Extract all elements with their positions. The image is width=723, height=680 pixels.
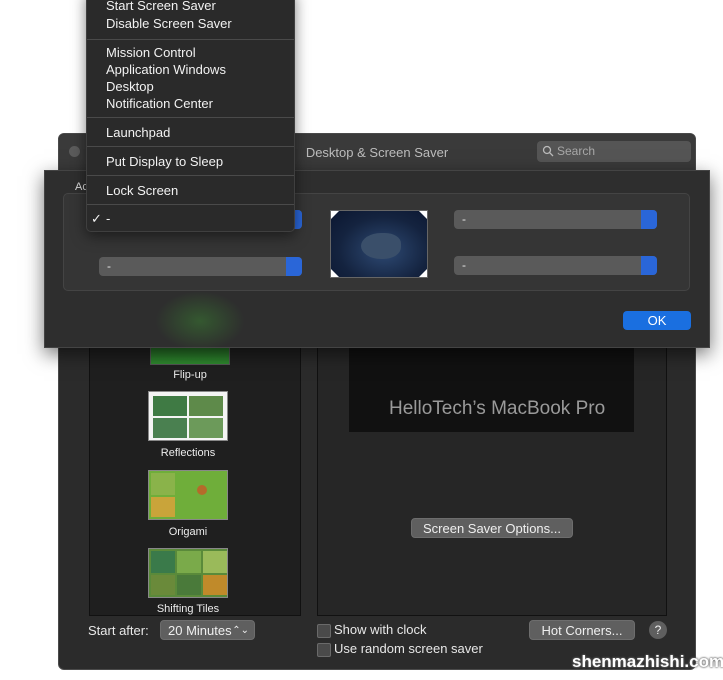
shifting-tiles-thumbnail[interactable] — [148, 548, 228, 598]
island-shape — [361, 233, 401, 259]
bottom-left-corner-popup[interactable]: - — [99, 257, 302, 276]
show-with-clock-checkbox[interactable] — [317, 624, 331, 638]
bottom-right-corner-popup[interactable]: - — [454, 256, 657, 275]
background-glow — [155, 291, 245, 351]
popup-arrows-icon — [641, 210, 657, 229]
random-screen-saver-checkbox[interactable] — [317, 643, 331, 657]
help-button[interactable]: ? — [649, 621, 667, 639]
hot-corner-action-menu: Start Screen Saver Disable Screen Saver … — [86, 0, 295, 232]
menu-item-put-display-to-sleep[interactable]: Put Display to Sleep — [106, 154, 223, 169]
menu-separator — [87, 117, 294, 118]
bottom-right-corner-value: - — [462, 258, 466, 272]
menu-separator — [87, 204, 294, 205]
screensaver-label: Shifting Tiles — [156, 603, 220, 615]
bottom-left-corner-value: - — [107, 259, 111, 273]
screensaver-label: Reflections — [160, 447, 216, 459]
watermark-text: shenmazhishi.com — [572, 652, 723, 671]
corner-marker-icon — [419, 211, 427, 219]
stepper-icon: ⌃⌄ — [232, 625, 249, 636]
ok-button[interactable]: OK — [623, 311, 691, 330]
menu-item-desktop[interactable]: Desktop — [106, 79, 154, 94]
desktop-preview-image — [330, 210, 428, 278]
screensaver-label: Origami — [168, 526, 208, 538]
menu-item-application-windows[interactable]: Application Windows — [106, 62, 226, 77]
corner-marker-icon — [419, 269, 427, 277]
search-icon — [542, 145, 554, 157]
screen-saver-options-button[interactable]: Screen Saver Options... — [411, 518, 573, 538]
search-field[interactable]: Search — [537, 141, 691, 162]
random-screen-saver-label: Use random screen saver — [334, 641, 483, 656]
screen-saver-list[interactable]: Flip-up Reflections Origami Shifting Til… — [89, 337, 301, 616]
menu-item-lock-screen[interactable]: Lock Screen — [106, 183, 178, 198]
menu-separator — [87, 146, 294, 147]
menu-separator — [87, 175, 294, 176]
start-after-label: Start after: — [88, 623, 149, 638]
menu-item-none[interactable]: - — [106, 211, 110, 226]
origami-thumbnail[interactable] — [148, 470, 228, 520]
preview-message: HelloTech’s MacBook Pro — [389, 398, 606, 419]
popup-arrows-icon — [286, 257, 302, 276]
start-after-value: 20 Minutes — [168, 623, 232, 638]
menu-item-disable-screen-saver[interactable]: Disable Screen Saver — [106, 16, 232, 31]
menu-separator — [87, 39, 294, 40]
menu-item-launchpad[interactable]: Launchpad — [106, 125, 170, 140]
top-right-corner-popup[interactable]: - — [454, 210, 657, 229]
popup-arrows-icon — [641, 256, 657, 275]
corner-marker-icon — [331, 269, 339, 277]
checkmark-icon: ✓ — [91, 211, 102, 226]
reflections-thumbnail[interactable] — [148, 391, 228, 441]
hot-corners-button[interactable]: Hot Corners... — [529, 620, 635, 640]
screensaver-label: Flip-up — [173, 369, 207, 381]
show-with-clock-label: Show with clock — [334, 622, 427, 637]
search-placeholder: Search — [557, 144, 596, 158]
menu-item-notification-center[interactable]: Notification Center — [106, 96, 213, 111]
start-after-select[interactable]: 20 Minutes ⌃⌄ — [160, 620, 255, 640]
top-right-corner-value: - — [462, 212, 466, 226]
menu-item-start-screen-saver[interactable]: Start Screen Saver — [106, 0, 216, 13]
menu-item-mission-control[interactable]: Mission Control — [106, 45, 196, 60]
corner-marker-icon — [331, 211, 339, 219]
